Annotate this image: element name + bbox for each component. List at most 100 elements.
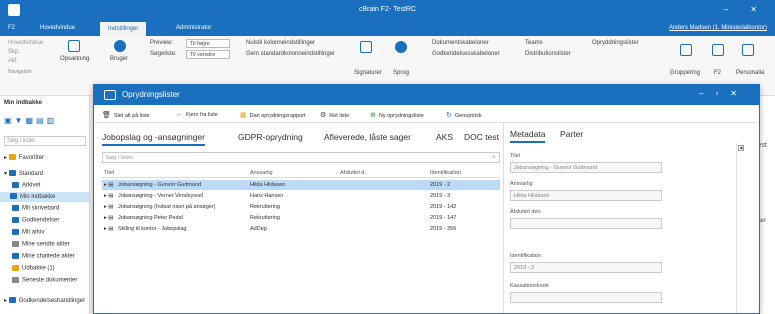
field-owner[interactable]: Hilda Hildasen <box>510 190 662 201</box>
teams-button[interactable]: Teams <box>525 40 543 46</box>
signatures-button[interactable]: Signaturer <box>354 70 382 76</box>
menu-hovedvindue[interactable]: Hovedvindue <box>40 25 75 31</box>
approval-templates-button[interactable]: Godkendelsesskabeloner <box>432 51 500 57</box>
language-button[interactable]: Sprog <box>393 70 409 76</box>
cell-title: Jobansøgning Peter Pedal <box>118 215 183 221</box>
trash-icon: 🗑 <box>102 112 111 119</box>
save-default-columns-button[interactable]: Gem standardkolonneindstillinger <box>246 51 335 57</box>
create-report-button[interactable]: ▦ Dan oprydningsrapport <box>240 111 306 119</box>
row-expand-icon[interactable]: ▸ ▤ <box>104 193 114 199</box>
sidebar-toolbar-icons[interactable]: ▣▼▦▤▥ <box>4 116 57 125</box>
table-row[interactable]: ▸ ▤ Jobansøgning - Gunvor Gudmund Hilda … <box>102 180 500 190</box>
menu-indstillinger[interactable]: Indstillinger <box>100 22 147 36</box>
table-row[interactable]: ▸ ▤ Jobansøgning - Verner Vendsyssel Han… <box>102 191 500 201</box>
table-header: Titel Ansvarlig Afsluttet d. Identifikat… <box>102 169 500 178</box>
sidebar-item-arkivet[interactable]: Arkivet <box>12 182 40 189</box>
tab-jobopslag[interactable]: Jobopslag og -ansøgninger <box>102 132 206 146</box>
regenerate-button[interactable]: ↻ Genoptrisk <box>446 111 481 119</box>
field-retention[interactable] <box>510 292 662 303</box>
row-expand-icon[interactable]: ▸ ▤ <box>104 226 114 232</box>
grouping-button[interactable]: Gruppering <box>670 70 700 76</box>
sidebar-top-inbox[interactable]: Min indbakke <box>4 100 42 106</box>
archive-icon <box>12 182 19 188</box>
column-header-closed[interactable]: Afsluttet d. <box>340 170 366 176</box>
edit-list-label: Ret liste <box>329 113 350 119</box>
field-id[interactable]: 2019 - 2 <box>510 262 662 273</box>
sidebar: Min indbakke ▣▼▦▤▥ Søg i lister ▸ Favori… <box>0 96 90 314</box>
reset-columns-button[interactable]: Nulstil kolonneindstillinger <box>246 40 315 46</box>
distribution-lists-button[interactable]: Distributionslister <box>525 51 571 57</box>
sidebar-item-seneste-dokumenter[interactable]: Seneste dokumenter <box>12 277 77 284</box>
sidebar-approval-actions[interactable]: ▸ Godkendelseshandlinger <box>4 297 85 304</box>
new-list-button[interactable]: ⊕ Ny oprydningsliste <box>370 111 424 119</box>
app-titlebar: cBrain F2- TestRC – ✕ <box>0 0 775 22</box>
dialog-title: Oprydningslister <box>122 90 180 99</box>
remove-from-list-button[interactable]: ← Fjern fra liste <box>176 111 218 118</box>
sidebar-item-udbakke[interactable]: Udbakke (1) <box>12 265 55 272</box>
cell-id: 2019 - 142 <box>430 204 457 210</box>
sidebar-search-input[interactable]: Søg i lister <box>4 136 86 146</box>
user-button[interactable]: Bruger <box>110 56 128 62</box>
cell-id: 2019 - 356 <box>430 226 457 232</box>
sidebar-item-mit-skrivebord[interactable]: Mit skrivebord <box>12 205 59 212</box>
tab-parter[interactable]: Parter <box>560 129 583 139</box>
tab-metadata[interactable]: Metadata <box>510 129 546 143</box>
personalia-button[interactable]: Personalia <box>736 70 764 76</box>
tab-doc-test[interactable]: DOC test <box>464 132 499 142</box>
tab-gdpr[interactable]: GDPR-oprydning <box>238 132 303 142</box>
sidebar-item-godkendelser[interactable]: Godkendelser <box>12 217 59 224</box>
sent-icon <box>12 241 19 247</box>
sidebar-standard[interactable]: ▾ Standard <box>4 170 43 177</box>
star-icon <box>8 154 16 161</box>
menu-administrator[interactable]: Administrator <box>176 25 211 31</box>
sidebar-item-min-indbakke[interactable]: Min indbakke <box>0 192 89 202</box>
ribbon-skp[interactable]: Skp. <box>8 49 20 55</box>
list-search-input[interactable]: Søg i listen ⌕ <box>102 152 500 163</box>
regenerate-label: Genoptrisk <box>454 113 482 119</box>
table-row[interactable]: ▸ ▤ Jobansøgning Peter Pedal Rekrutterin… <box>102 213 500 223</box>
preview-select[interactable]: Til højre <box>186 39 230 48</box>
field-closed[interactable] <box>510 218 662 229</box>
sidebar-item-label: Arkivet <box>22 182 41 189</box>
column-header-title[interactable]: Titel <box>104 170 114 176</box>
sidebar-item-label: Udbakke (1) <box>22 265 55 272</box>
chat-icon <box>12 253 19 259</box>
ribbon-hovedvindue[interactable]: Hovedvindue <box>8 40 43 46</box>
setup-button[interactable]: Opsætning <box>60 56 89 62</box>
sidebar-favorites[interactable]: ▸ Favoritter <box>4 154 44 161</box>
tab-afleverede[interactable]: Afleverede, låste sager <box>324 132 411 142</box>
cleanup-lists-button[interactable]: Opryddningslister <box>592 40 639 46</box>
sidebar-item-mine-chattede-akter[interactable]: Mine chattede akter <box>12 253 75 260</box>
table-row[interactable]: ▸ ▤ Stilling til kontor - Jobopslag AdDe… <box>102 224 500 234</box>
plus-icon: ⊕ <box>370 112 376 119</box>
sidebar-item-mine-sendte-akter[interactable]: Mine sendte akter <box>12 241 70 248</box>
tab-aks[interactable]: AKS <box>436 132 453 142</box>
sidebar-item-label: Godkendelser <box>22 217 60 224</box>
edit-list-button[interactable]: ⚙ Ret liste <box>320 111 349 119</box>
personalia-icon <box>742 44 754 56</box>
refresh-icon: ↻ <box>446 112 452 119</box>
document-templates-button[interactable]: Dokumentskabeloner <box>432 40 489 46</box>
search-list-select[interactable]: Til venstre <box>186 50 230 59</box>
row-expand-icon[interactable]: ▸ ▤ <box>104 182 114 188</box>
field-title[interactable]: Jobansøgning - Gunvor Gudmund <box>510 162 662 173</box>
list-icon <box>104 90 116 100</box>
f2-button[interactable]: F2 <box>714 70 721 76</box>
approval-icon <box>12 217 19 223</box>
metadata-scrollbar[interactable]: ▲ <box>736 143 745 313</box>
panel-divider[interactable] <box>503 123 504 313</box>
window-controls[interactable]: – ✕ <box>724 5 767 14</box>
column-header-id[interactable]: Identifikation <box>430 170 461 176</box>
row-expand-icon[interactable]: ▸ ▤ <box>104 204 114 210</box>
column-header-owner[interactable]: Ansvarlig <box>250 170 273 176</box>
table-row[interactable]: ▸ ▤ Jobansøgning (Indsat navn på ansøger… <box>102 202 500 212</box>
dialog-window-controls[interactable]: –▫✕ <box>699 89 749 98</box>
delete-all-button[interactable]: 🗑 Slet alt på liste <box>102 111 150 119</box>
row-expand-icon[interactable]: ▸ ▤ <box>104 215 114 221</box>
sidebar-item-mit-arkiv[interactable]: Mit arkiv <box>12 229 44 236</box>
menu-f2[interactable]: F2 <box>8 25 15 31</box>
current-user-link[interactable]: Anders Madsen (1. Ministerialkontor) <box>669 25 767 31</box>
arrow-left-icon: ← <box>176 111 183 118</box>
scroll-up-icon[interactable]: ▲ <box>738 145 744 151</box>
ribbon-akt[interactable]: Akt. <box>8 58 18 64</box>
